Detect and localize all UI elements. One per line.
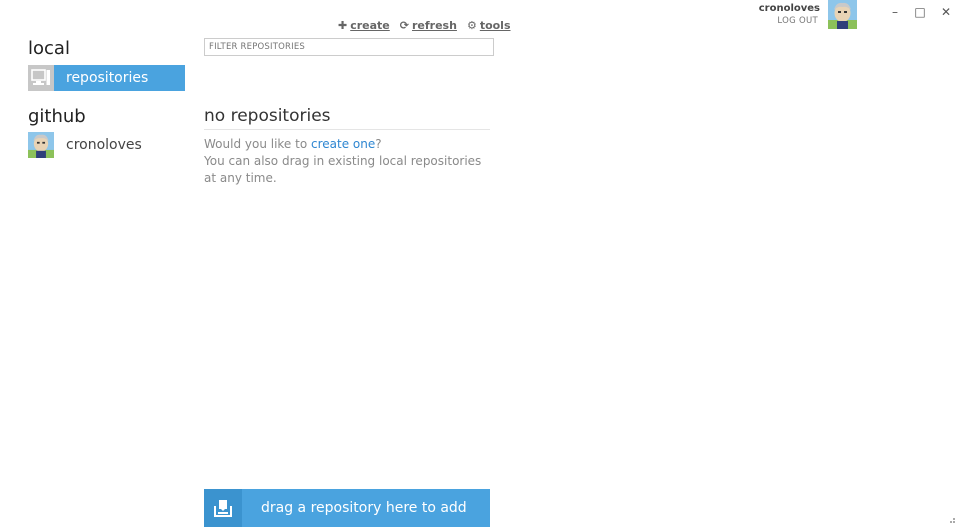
create-button[interactable]: ✚ create: [338, 17, 390, 33]
logout-link[interactable]: LOG OUT: [730, 16, 818, 26]
resize-grip-icon[interactable]: [946, 514, 956, 524]
refresh-label: refresh: [412, 18, 457, 32]
drag-hint-text: You can also drag in existing local repo…: [204, 154, 482, 185]
sidebar-item-github-account[interactable]: cronoloves: [28, 132, 185, 158]
computer-icon: [28, 65, 54, 91]
sidebar-item-label: cronoloves: [66, 137, 142, 153]
github-section-title: github: [28, 106, 86, 127]
refresh-icon: ⟳: [399, 18, 409, 32]
drop-zone-label: drag a repository here to add: [261, 500, 467, 516]
minimize-button[interactable]: –: [887, 5, 903, 19]
create-prompt: Would you like to create one?: [204, 136, 494, 153]
sidebar-item-label: repositories: [66, 70, 149, 86]
gear-icon: ⚙: [466, 18, 477, 32]
maximize-button[interactable]: □: [912, 5, 928, 19]
account-username: cronoloves: [758, 3, 820, 14]
tools-label: tools: [479, 18, 511, 32]
user-avatar[interactable]: [828, 0, 857, 29]
github-user-avatar: [28, 132, 54, 158]
create-label: create: [350, 18, 390, 32]
plus-icon: ✚: [338, 18, 348, 32]
download-box-icon: [204, 489, 250, 527]
filter-repositories-input[interactable]: [204, 38, 494, 56]
create-prompt-suffix: ?: [375, 137, 382, 151]
sidebar-item-local-repositories[interactable]: repositories: [28, 65, 185, 91]
title-divider: [204, 129, 490, 130]
tools-button[interactable]: ⚙ tools: [467, 17, 511, 33]
page-title: no repositories: [204, 106, 331, 126]
toolbar: ✚ create ⟳ refresh ⚙ tools: [338, 17, 511, 33]
local-section-title: local: [28, 38, 70, 59]
create-one-link[interactable]: create one: [311, 137, 375, 151]
drop-zone[interactable]: drag a repository here to add: [204, 489, 490, 527]
refresh-button[interactable]: ⟳ refresh: [400, 17, 457, 33]
close-button[interactable]: ✕: [938, 5, 954, 19]
create-prompt-prefix: Would you like to: [204, 137, 311, 151]
